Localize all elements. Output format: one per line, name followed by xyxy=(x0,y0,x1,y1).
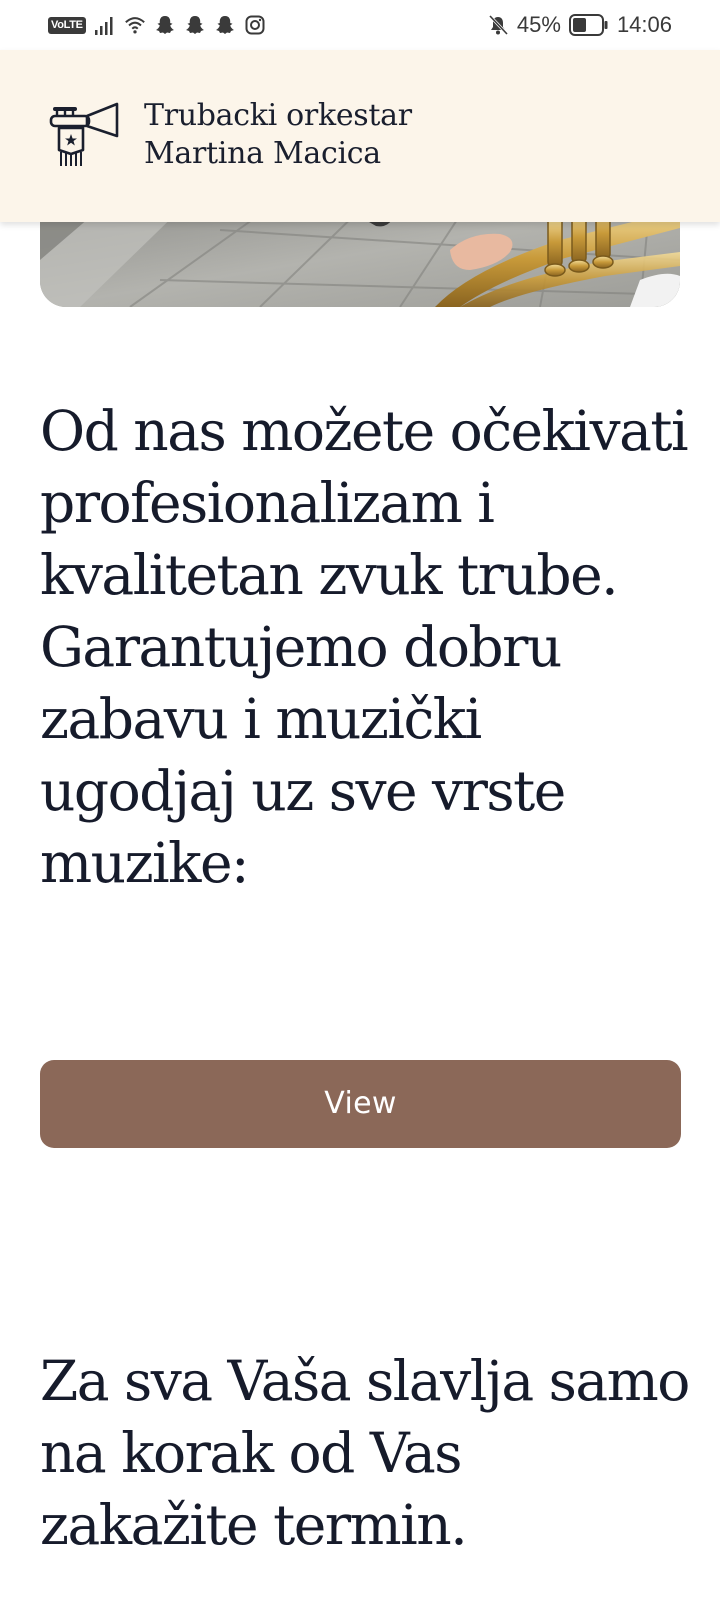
battery-percent: 45% xyxy=(516,12,561,37)
brand-line-1: Trubacki orkestar xyxy=(144,98,412,133)
wifi-icon xyxy=(124,17,145,34)
status-bar-left: VoLTE xyxy=(48,12,266,38)
signal-icon xyxy=(94,17,113,35)
intro-paragraph: Od nas možete očekivati profesionalizam … xyxy=(40,399,689,895)
site-brand-name[interactable]: Trubacki orkestar Martina Macica xyxy=(144,97,412,173)
snapchat-icon xyxy=(185,16,204,34)
snapchat-icon xyxy=(215,16,234,34)
status-bar-right: 45% 14:06 xyxy=(487,12,672,38)
volte-badge: VoLTE xyxy=(48,16,86,34)
view-button[interactable]: View xyxy=(40,1060,681,1148)
status-bar: VoLTE 45% 14:06 xyxy=(0,0,720,50)
battery-icon xyxy=(568,14,608,36)
bell-off-icon xyxy=(488,14,508,36)
cta-heading: Za sva Vaša slavlja samo na korak od Vas… xyxy=(40,1349,690,1557)
snapchat-icon xyxy=(155,16,174,34)
trumpet-logo-icon[interactable] xyxy=(47,102,121,168)
clock-time: 14:06 xyxy=(616,12,672,37)
site-header: Trubacki orkestar Martina Macica xyxy=(0,50,720,222)
brand-line-2: Martina Macica xyxy=(144,136,381,171)
instagram-icon xyxy=(245,15,265,35)
